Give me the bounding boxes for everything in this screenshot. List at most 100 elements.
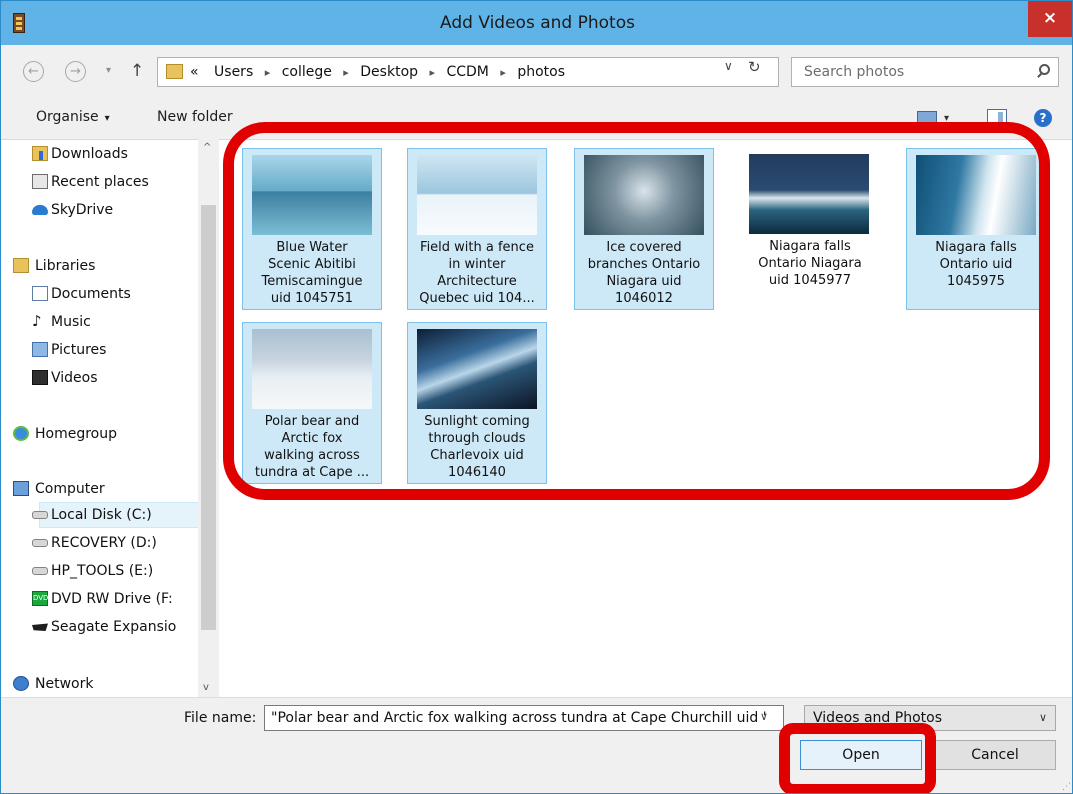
breadcrumb-ccdm[interactable]: CCDM — [446, 64, 488, 80]
file-tile[interactable]: Polar bear and Arctic fox walking across tu… — [242, 322, 382, 484]
refresh-icon[interactable]: ↻ — [748, 58, 761, 76]
sidebar-item-homegroup[interactable]: Homegroup — [13, 421, 117, 447]
new-folder-button[interactable]: New folder — [157, 109, 233, 125]
sidebar-item-pictures[interactable]: Pictures — [32, 337, 107, 363]
file-tile[interactable]: Niagara falls Ontario uid 1045975 — [906, 148, 1046, 310]
sidebar-item-recent-places[interactable]: Recent places — [32, 169, 149, 195]
help-icon[interactable]: ? — [1034, 109, 1052, 127]
sidebar-item-label: RECOVERY (D:) — [51, 535, 157, 551]
breadcrumb: « Users ▸ college ▸ Desktop ▸ CCDM ▸ pho… — [190, 58, 565, 86]
photo-thumbnail — [252, 329, 372, 409]
file-type-value: Videos and Photos — [813, 710, 942, 726]
sidebar-item-documents[interactable]: Documents — [32, 281, 131, 307]
view-options-dropdown-icon[interactable]: ▾ — [944, 113, 949, 124]
sidebar-item-label: Pictures — [51, 342, 107, 358]
sidebar-item-network[interactable]: Network — [13, 671, 94, 697]
sidebar-item-local-disk[interactable]: Local Disk (C:) — [32, 502, 152, 528]
sidebar-item-label: Computer — [35, 481, 105, 497]
sidebar-item-recovery[interactable]: RECOVERY (D:) — [32, 530, 157, 556]
preview-pane-icon[interactable] — [987, 109, 1007, 127]
chevron-right-icon[interactable]: ▸ — [265, 66, 271, 79]
sidebar-item-label: DVD RW Drive (F: — [51, 591, 173, 607]
search-icon[interactable] — [1039, 64, 1050, 75]
sidebar-item-label: Local Disk (C:) — [51, 507, 152, 523]
scroll-up-icon[interactable]: ^ — [203, 142, 211, 153]
sidebar-item-dvd-drive[interactable]: DVD DVD RW Drive (F: — [32, 586, 173, 612]
title-bar[interactable]: Add Videos and Photos × — [1, 1, 1072, 45]
file-name: Blue Water Scenic Abitibi Temiscamingue uid… — [261, 240, 363, 306]
up-arrow-icon[interactable]: ↑ — [130, 61, 144, 81]
sidebar-item-music[interactable]: ♪ Music — [32, 309, 91, 335]
chevron-right-icon[interactable]: ▸ — [500, 66, 506, 79]
photo-thumbnail — [916, 155, 1036, 235]
forward-arrow-icon[interactable]: → — [65, 61, 86, 82]
sidebar-item-label: Libraries — [35, 258, 96, 274]
file-name: Polar bear and Arctic fox walking across tu… — [254, 414, 370, 480]
homegroup-icon — [13, 426, 29, 441]
sidebar-item-label: HP_TOOLS (E:) — [51, 563, 154, 579]
breadcrumb-photos[interactable]: photos — [517, 64, 565, 80]
close-button[interactable]: × — [1028, 1, 1072, 37]
file-tile[interactable]: Field with a fence in winter Architecture Q… — [407, 148, 547, 310]
breadcrumb-users[interactable]: Users — [214, 64, 253, 80]
file-tile[interactable]: Niagara falls Ontario Niagara uid 1045977 — [740, 148, 880, 310]
sidebar-item-label: Network — [35, 676, 94, 692]
sidebar-item-label: Documents — [51, 286, 131, 302]
search-input[interactable]: Search photos — [791, 57, 1059, 87]
sidebar-item-label: Downloads — [51, 146, 128, 162]
music-icon: ♪ — [32, 312, 42, 330]
file-list: Blue Water Scenic Abitibi Temiscamingue uid… — [219, 139, 1072, 697]
file-name-input[interactable]: "Polar bear and Arctic fox walking acros… — [264, 705, 784, 731]
drive-icon — [32, 567, 48, 575]
sidebar-item-seagate[interactable]: Seagate Expansio — [32, 614, 176, 640]
cancel-button[interactable]: Cancel — [934, 740, 1056, 770]
chevron-right-icon[interactable]: ▸ — [343, 66, 349, 79]
organise-menu-button[interactable]: Organise ▾ — [36, 109, 110, 125]
recent-locations-dropdown-icon[interactable]: ▾ — [106, 65, 111, 76]
breadcrumb-desktop[interactable]: Desktop — [360, 64, 418, 80]
photo-thumbnail — [749, 154, 869, 234]
sidebar-item-skydrive[interactable]: SkyDrive — [32, 197, 113, 223]
file-tile[interactable]: Ice covered branches Ontario Niagara uid 10… — [574, 148, 714, 310]
search-placeholder: Search photos — [804, 64, 905, 80]
sidebar-item-libraries[interactable]: Libraries — [13, 253, 96, 279]
sidebar-item-computer[interactable]: Computer — [13, 476, 105, 502]
network-icon — [13, 676, 29, 691]
sidebar-item-videos[interactable]: Videos — [32, 365, 98, 391]
change-view-icon[interactable] — [917, 111, 937, 127]
file-name: Niagara falls Ontario uid 1045975 — [935, 240, 1017, 289]
organise-label: Organise — [36, 109, 99, 125]
file-name: Niagara falls Ontario Niagara uid 1045977 — [758, 239, 862, 288]
dvd-drive-icon: DVD — [32, 591, 48, 606]
command-bar: Organise ▾ New folder ▾ ? — [1, 97, 1072, 139]
navigation-bar: ← → ▾ ↑ « Users ▸ college ▸ Desktop ▸ CC… — [1, 51, 1072, 93]
folder-icon — [166, 64, 183, 79]
file-tile[interactable]: Sunlight coming through clouds Charlevoix … — [407, 322, 547, 484]
back-arrow-icon[interactable]: ← — [23, 61, 44, 82]
computer-icon — [13, 481, 29, 496]
local-disk-icon — [32, 511, 48, 519]
address-dropdown-icon[interactable]: ∨ — [724, 59, 733, 73]
documents-icon — [32, 286, 48, 301]
scrollbar-thumb[interactable] — [201, 205, 216, 630]
sidebar-item-downloads[interactable]: Downloads — [32, 141, 128, 167]
scroll-down-icon[interactable]: v — [203, 682, 209, 693]
sidebar-item-hp-tools[interactable]: HP_TOOLS (E:) — [32, 558, 154, 584]
breadcrumb-college[interactable]: college — [282, 64, 332, 80]
resize-grip-icon[interactable]: ⋰ — [1062, 782, 1071, 792]
libraries-icon — [13, 258, 29, 273]
file-name: Field with a fence in winter Architecture Q… — [419, 240, 535, 306]
open-button[interactable]: Open — [800, 740, 922, 770]
downloads-icon — [32, 146, 48, 161]
file-name-dropdown-icon[interactable]: ∨ — [745, 705, 783, 731]
photo-thumbnail — [584, 155, 704, 235]
photo-thumbnail — [417, 329, 537, 409]
breadcrumb-overflow[interactable]: « — [190, 64, 199, 80]
file-type-select[interactable]: Videos and Photos ∨ — [804, 705, 1056, 731]
chevron-right-icon[interactable]: ▸ — [429, 66, 435, 79]
skydrive-icon — [32, 205, 48, 215]
address-bar[interactable]: « Users ▸ college ▸ Desktop ▸ CCDM ▸ pho… — [157, 57, 779, 87]
file-tile[interactable]: Blue Water Scenic Abitibi Temiscamingue uid… — [242, 148, 382, 310]
sidebar-scrollbar[interactable]: ^ v — [198, 139, 219, 697]
file-name: Sunlight coming through clouds Charlevoix … — [424, 414, 530, 480]
